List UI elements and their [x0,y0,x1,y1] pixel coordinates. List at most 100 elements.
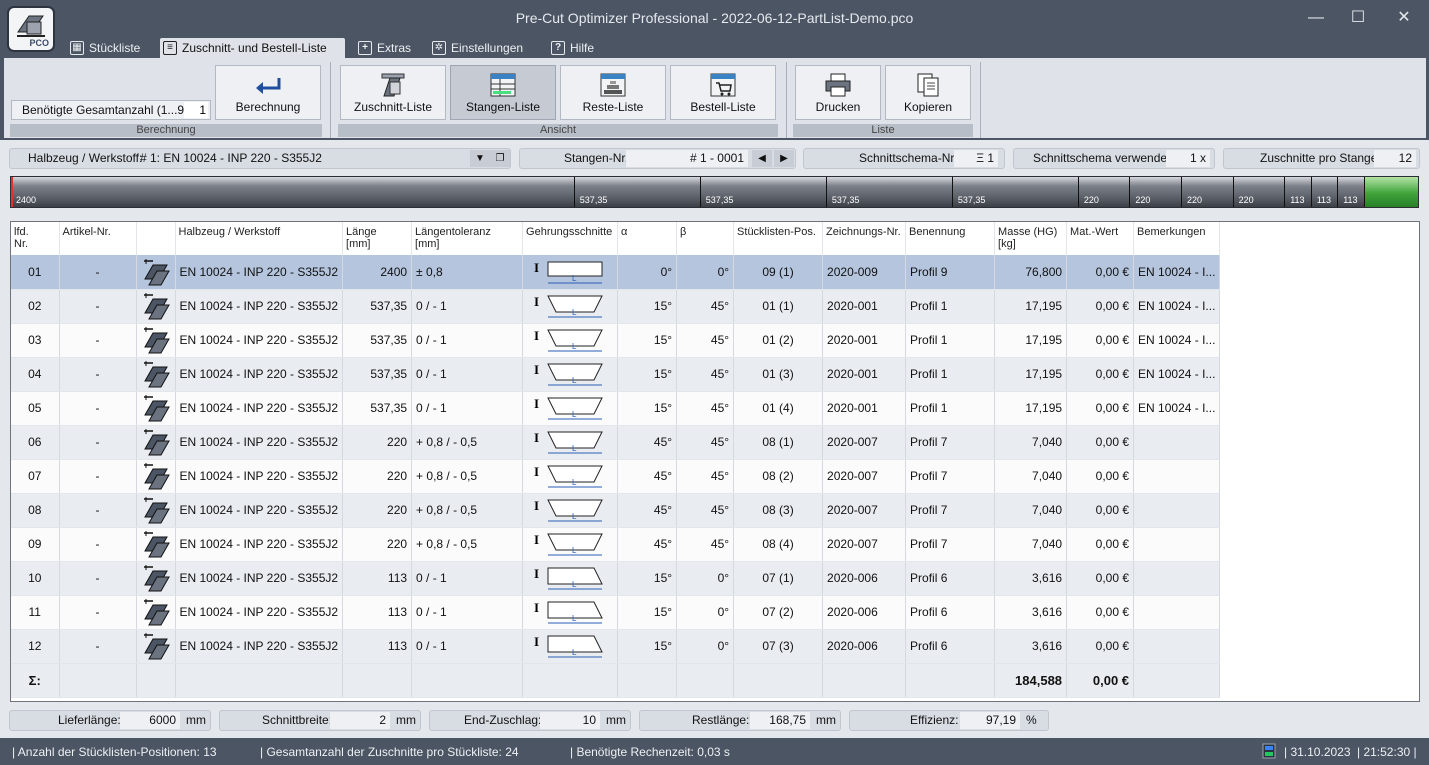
cut-segment[interactable]: 2400 [11,177,574,207]
endzuschlag-label: End-Zuschlag: [464,713,542,727]
header-laenge[interactable]: Länge [mm] [342,222,413,255]
cut-segment[interactable]: 537,35 [573,177,700,207]
status-date: | 31.10.2023 [1284,745,1351,759]
tab-stueckliste[interactable]: ▦ Stückliste [67,38,157,58]
cell-alpha: 0° [617,255,678,290]
cut-segment[interactable]: 537,35 [951,177,1078,207]
header-toleranz[interactable]: Längentoleranz [mm] [411,222,524,255]
endzuschlag-value[interactable]: 10 [540,712,600,729]
halbzeug-selector[interactable]: Halbzeug / Werkstoff: # 1: EN 10024 - IN… [9,148,511,169]
qty-input[interactable] [184,102,208,118]
cell-icon [136,391,176,426]
header-alpha[interactable]: α [617,222,678,255]
cut-segment[interactable]: 537,35 [699,177,826,207]
table-row[interactable]: 08- EN 10024 - INP 220 - S355J2 220 + 0,8 /… [11,493,1221,528]
cut-segment[interactable]: 113 [1337,177,1363,207]
header-pos[interactable]: Stücklisten-Pos. [733,222,824,255]
sum-cell-miter [522,663,619,698]
table-row[interactable]: 06- EN 10024 - INP 220 - S355J2 220 + 0,8 /… [11,425,1221,460]
menu-bar: ▦ Stückliste ≡ Zuschnitt- und Bestell-Li… [0,36,1429,58]
dropdown-arrow-icon[interactable]: ▼ [470,150,490,167]
table-row[interactable]: 10- EN 10024 - INP 220 - S355J2 113 0 / - 1… [11,561,1221,596]
header-lfd[interactable]: lfd. Nr. [11,222,60,255]
header-halbzeug[interactable]: Halbzeug / Werkstoff [175,222,344,255]
cut-segment[interactable]: 220 [1181,177,1233,207]
cut-segment[interactable]: 113 [1284,177,1310,207]
app-logo[interactable]: PCO [7,6,55,52]
halbzeug-label: Halbzeug / Werkstoff: [28,151,143,165]
cell-masse: 7,040 [994,459,1068,494]
miter-cut-icon: IL [534,430,603,454]
table-row[interactable]: 02- EN 10024 - INP 220 - S355J2 537,35 0 / … [11,289,1221,324]
cut-segment[interactable]: 220 [1077,177,1130,207]
table-row[interactable]: 12- EN 10024 - INP 220 - S355J2 113 0 / - 1… [11,629,1221,664]
header-zeichnung[interactable]: Zeichnungs-Nr. [822,222,907,255]
minimize-button[interactable]: — [1296,4,1336,32]
table-row[interactable]: 03- EN 10024 - INP 220 - S355J2 537,35 0 / … [11,323,1221,358]
table-row[interactable]: 09- EN 10024 - INP 220 - S355J2 220 + 0,8 /… [11,527,1221,562]
prev-arrow-icon[interactable]: ◀ [752,150,772,167]
header-benennung[interactable]: Benennung [905,222,996,255]
header-beta[interactable]: β [676,222,735,255]
header-masse[interactable]: Masse (HG) [kg] [994,222,1068,255]
kopieren-button[interactable]: Kopieren [885,65,971,120]
header-artikel[interactable]: Artikel-Nr. [59,222,137,255]
header-matwert[interactable]: Mat.-Wert [1066,222,1135,255]
table-row[interactable]: 05- EN 10024 - INP 220 - S355J2 537,35 0 / … [11,391,1221,426]
cell-beta: 45° [676,289,735,324]
lieferlaenge-value[interactable]: 6000 [120,712,180,729]
table-row[interactable]: 01- EN 10024 - INP 220 - S355J2 2400 ± 0,8 I… [11,255,1221,290]
verwendet-value: 1 x [1166,150,1210,167]
bestell-liste-button[interactable]: Bestell-Liste [670,65,776,120]
status-time: | Benötigte Rechenzeit: 0,03 s [570,745,730,759]
next-arrow-icon[interactable]: ▶ [774,150,794,167]
reste-liste-button[interactable]: Reste-Liste [560,65,666,120]
cell-benennung: Profil 6 [905,595,996,630]
cell-masse: 17,195 [994,391,1068,426]
close-button[interactable]: ✕ [1384,4,1424,32]
copy-small-icon[interactable]: ❐ [490,150,510,167]
sum-cell-matwert: 0,00 € [1066,663,1135,698]
effizienz-value: 97,19 [960,712,1020,729]
button-label: Kopieren [903,100,953,114]
cell-laenge: 113 [342,629,413,664]
table-row[interactable]: 11- EN 10024 - INP 220 - S355J2 113 0 / - 1… [11,595,1221,630]
zuschnitt-liste-button[interactable]: Zuschnitt-Liste [340,65,446,120]
tab-zuschnitt-bestell-liste[interactable]: ≡ Zuschnitt- und Bestell-Liste [160,38,345,58]
cell-bemerkungen: EN 10024 - I... [1133,357,1221,392]
cut-segment[interactable]: 220 [1129,177,1181,207]
svg-text:I: I [534,464,539,479]
window-title: Pre-Cut Optimizer Professional - 2022-06… [515,10,914,26]
table-row[interactable]: 07- EN 10024 - INP 220 - S355J2 220 + 0,8 /… [11,459,1221,494]
cell-miter: IL [522,357,619,392]
profile-icon [143,293,170,320]
halbzeug-value: # 1: EN 10024 - INP 220 - S355J2 [140,151,322,165]
tab-einstellungen[interactable]: ✲ Einstellungen [429,38,544,58]
table-row[interactable]: 04- EN 10024 - INP 220 - S355J2 537,35 0 / … [11,357,1221,392]
berechnung-button[interactable]: Berechnung [215,65,321,120]
tab-extras[interactable]: + Extras [355,38,425,58]
schnittbreite-value[interactable]: 2 [330,712,390,729]
cut-segment[interactable]: 220 [1232,177,1285,207]
header-bemerkungen[interactable]: Bemerkungen [1133,222,1221,255]
cut-segment[interactable]: 537,35 [825,177,952,207]
cell-benennung: Profil 6 [905,629,996,664]
cell-miter: IL [522,561,619,596]
group-label-berechnung: Berechnung [10,124,322,137]
tab-hilfe[interactable]: ? Hilfe [548,38,608,58]
cell-lfd: 01 [11,255,60,290]
cell-artikel: - [59,425,137,460]
cell-alpha: 45° [617,425,678,460]
stangen-liste-button[interactable]: Stangen-Liste [450,65,556,120]
cut-segment[interactable]: 113 [1310,177,1337,207]
miter-cut-icon: IL [534,396,603,420]
cut-segment-label: 2400 [16,195,37,205]
header-icon[interactable] [136,222,176,255]
maximize-button[interactable]: ☐ [1338,4,1378,32]
cell-bemerkungen: EN 10024 - I... [1133,289,1221,324]
schema-label: Schnittschema-Nr.: [859,151,961,165]
svg-text:L: L [572,444,577,453]
help-icon: ? [551,41,565,55]
drucken-button[interactable]: Drucken [795,65,881,120]
header-gehrung[interactable]: Gehrungsschnitte [522,222,619,255]
